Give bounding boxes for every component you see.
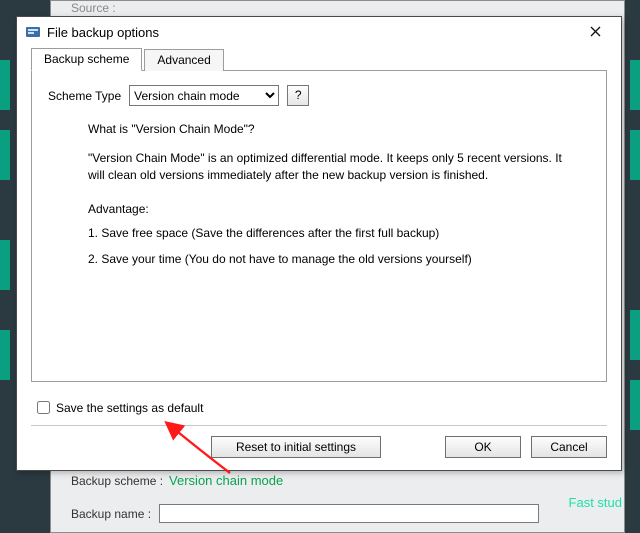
scheme-type-select[interactable]: Version chain mode: [129, 85, 279, 106]
tab-advanced-label: Advanced: [157, 53, 210, 67]
close-icon: [590, 24, 601, 40]
bg-source-label: Source :: [71, 1, 116, 15]
titlebar: File backup options: [17, 17, 621, 47]
save-default-label: Save the settings as default: [56, 401, 203, 415]
ok-button[interactable]: OK: [445, 436, 521, 458]
scheme-description: What is "Version Chain Mode"? "Version C…: [88, 122, 568, 266]
bg-scheme-value: Version chain mode: [169, 473, 283, 488]
dialog-button-row: Reset to initial settings OK Cancel: [31, 425, 607, 458]
tab-strip: Backup scheme Advanced: [31, 49, 607, 71]
bg-name-input[interactable]: [159, 504, 539, 523]
tab-body-scheme: Scheme Type Version chain mode ? What is…: [31, 71, 607, 382]
reset-button[interactable]: Reset to initial settings: [211, 436, 381, 458]
tab-backup-scheme[interactable]: Backup scheme: [31, 48, 142, 71]
what-is-heading: What is "Version Chain Mode"?: [88, 122, 568, 136]
advantage-heading: Advantage:: [88, 202, 568, 216]
file-backup-options-dialog: File backup options Backup scheme Advanc…: [16, 16, 622, 471]
app-icon: [25, 24, 41, 40]
save-default-checkbox[interactable]: [37, 401, 50, 414]
advantage-item-2: 2. Save your time (You do not have to ma…: [88, 252, 568, 266]
save-default-row[interactable]: Save the settings as default: [33, 398, 607, 417]
description-text: "Version Chain Mode" is an optimized dif…: [88, 150, 568, 184]
help-icon: ?: [295, 88, 302, 102]
dialog-title: File backup options: [47, 25, 159, 40]
advantage-item-1: 1. Save free space (Save the differences…: [88, 226, 568, 240]
bg-fast-text: Fast stud: [569, 495, 622, 510]
help-button[interactable]: ?: [287, 85, 309, 106]
bg-scheme-label: Backup scheme :: [71, 474, 163, 488]
scheme-type-label: Scheme Type: [48, 89, 121, 103]
cancel-button[interactable]: Cancel: [531, 436, 607, 458]
close-button[interactable]: [577, 20, 613, 44]
tab-advanced[interactable]: Advanced: [144, 49, 223, 71]
tab-backup-scheme-label: Backup scheme: [44, 52, 129, 66]
bg-name-label: Backup name :: [71, 507, 151, 521]
